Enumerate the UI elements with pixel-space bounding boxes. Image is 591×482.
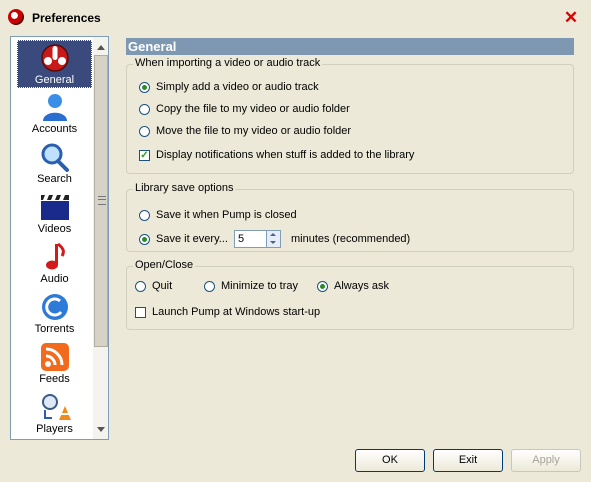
window-title: Preferences	[32, 11, 101, 25]
nav-label: Players	[36, 423, 73, 435]
nav-item-search[interactable]: Search	[17, 140, 92, 188]
radio-label: Save it every...	[156, 233, 228, 245]
radio-label: Save it when Pump is closed	[156, 209, 297, 221]
stepper-up-icon[interactable]	[267, 231, 280, 239]
minutes-input[interactable]	[234, 230, 267, 248]
category-list: General Accounts Search Videos Audio Tor…	[10, 36, 109, 440]
radio-button[interactable]	[139, 125, 150, 137]
checkbox-label: Display notifications when stuff is adde…	[156, 149, 415, 161]
players-icon	[41, 394, 71, 420]
grip-icon	[98, 196, 106, 205]
radio-always-ask[interactable]: Always ask	[317, 280, 389, 292]
stepper-buttons[interactable]	[267, 230, 281, 248]
radio-copy-file[interactable]: Copy the file to my video or audio folde…	[139, 103, 350, 115]
apply-button[interactable]: Apply	[511, 449, 581, 472]
checkbox[interactable]	[135, 306, 146, 318]
open-close-group-title: Open/Close	[133, 259, 196, 271]
radio-button[interactable]	[139, 103, 150, 115]
nav-label: Audio	[40, 273, 69, 285]
radio-button[interactable]	[317, 280, 328, 292]
ok-button[interactable]: OK	[355, 449, 425, 472]
checkbox-launch-at-startup[interactable]: Launch Pump at Windows start-up	[135, 306, 320, 318]
checkbox-notifications[interactable]: ✓ Display notifications when stuff is ad…	[139, 149, 414, 161]
radio-button[interactable]	[139, 209, 150, 221]
radio-button[interactable]	[139, 233, 150, 245]
radio-minimize-to-tray[interactable]: Minimize to tray	[204, 280, 298, 292]
title-bar: Preferences ✕	[0, 0, 591, 36]
nav-label: Torrents	[34, 323, 75, 335]
radio-label: Copy the file to my video or audio folde…	[156, 103, 350, 115]
nav-item-feeds[interactable]: Feeds	[17, 340, 92, 388]
nav-item-accounts[interactable]: Accounts	[17, 90, 92, 138]
minutes-unit: minutes (recommended)	[291, 233, 410, 245]
radio-move-file[interactable]: Move the file to my video or audio folde…	[139, 125, 351, 137]
close-icon[interactable]: ✕	[562, 9, 580, 27]
nav-scrollbar[interactable]	[93, 37, 108, 439]
search-icon	[41, 143, 69, 172]
nav-label: Videos	[37, 223, 72, 235]
scroll-thumb[interactable]	[94, 55, 108, 347]
pump-logo-icon	[8, 9, 24, 25]
radio-label: Always ask	[334, 280, 390, 292]
nav-label: Accounts	[31, 123, 78, 135]
radio-label: Quit	[152, 280, 173, 292]
scroll-down-icon[interactable]	[97, 427, 105, 432]
checkbox-label: Launch Pump at Windows start-up	[152, 306, 321, 318]
import-group: When importing a video or audio track Si…	[126, 57, 574, 174]
save-group: Library save options Save it when Pump i…	[126, 182, 574, 252]
nav-item-audio[interactable]: Audio	[17, 240, 92, 288]
torrent-icon	[41, 294, 68, 320]
radio-label: Simply add a video or audio track	[156, 81, 319, 93]
radio-label: Minimize to tray	[221, 280, 299, 292]
section-header: General	[126, 38, 574, 55]
minutes-stepper[interactable]	[234, 230, 281, 248]
radio-button[interactable]	[135, 280, 146, 292]
import-group-title: When importing a video or audio track	[133, 57, 323, 69]
radio-label: Move the file to my video or audio folde…	[156, 125, 352, 137]
music-note-icon	[45, 242, 65, 270]
nav-item-general[interactable]: General	[17, 40, 92, 88]
check-icon[interactable]: ✓	[139, 149, 150, 161]
clapperboard-icon	[40, 195, 69, 220]
radio-save-every[interactable]: Save it every...	[139, 233, 228, 245]
nav-label: Feeds	[39, 373, 70, 385]
save-group-title: Library save options	[133, 182, 236, 194]
nav-item-torrents[interactable]: Torrents	[17, 290, 92, 338]
radio-button[interactable]	[139, 81, 150, 93]
scroll-up-icon[interactable]	[97, 45, 105, 50]
nav-label: General	[34, 74, 75, 86]
open-close-group: Open/Close Quit Minimize to tray Always …	[126, 259, 574, 330]
radio-quit[interactable]: Quit	[135, 280, 172, 292]
radio-button[interactable]	[204, 280, 215, 292]
nav-item-players[interactable]: Players	[17, 390, 92, 438]
exit-button[interactable]: Exit	[433, 449, 503, 472]
radio-simply-add[interactable]: Simply add a video or audio track	[139, 81, 319, 93]
minutes-unit-label: minutes (recommended)	[291, 233, 411, 245]
nav-label: Search	[37, 173, 72, 185]
nav-item-videos[interactable]: Videos	[17, 190, 92, 238]
stepper-down-icon[interactable]	[267, 239, 280, 247]
rss-icon	[40, 343, 69, 371]
pump-logo-icon	[40, 44, 69, 72]
user-icon	[42, 94, 67, 121]
radio-save-on-close[interactable]: Save it when Pump is closed	[139, 209, 297, 221]
